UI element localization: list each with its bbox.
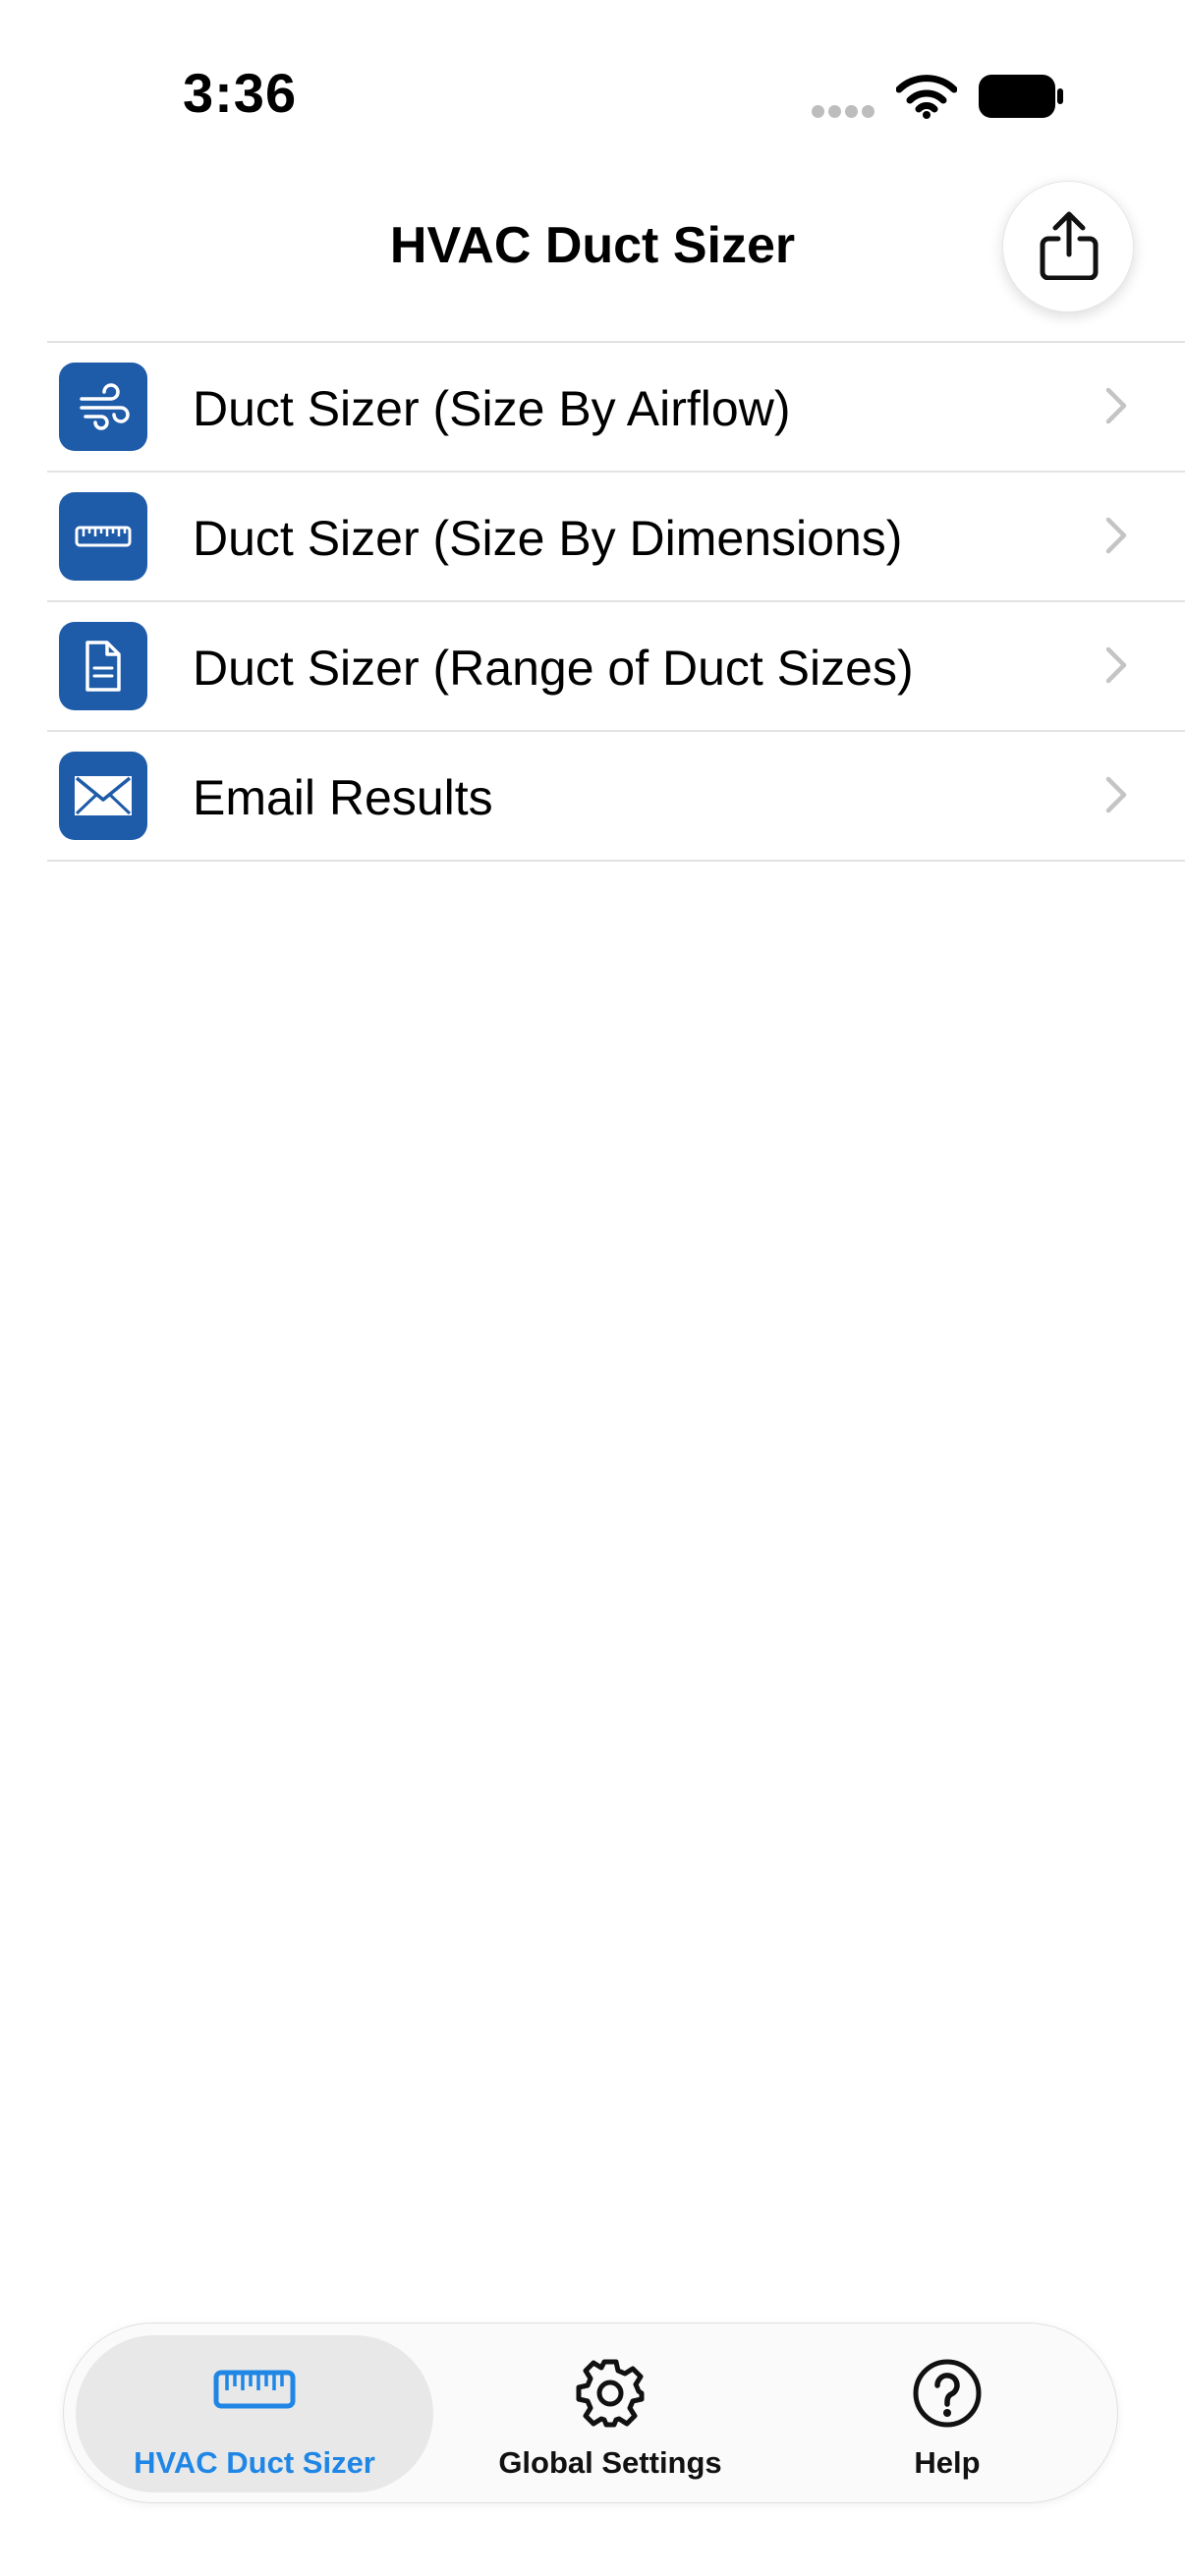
chevron-right-icon	[1105, 776, 1127, 813]
chevron-right-icon	[1105, 646, 1127, 684]
wifi-icon	[896, 75, 957, 119]
menu-item-size-by-dimensions[interactable]: Duct Sizer (Size By Dimensions)	[47, 473, 1185, 602]
wind-icon	[80, 383, 130, 430]
menu-item-range-of-duct-sizes[interactable]: Duct Sizer (Range of Duct Sizes)	[47, 602, 1185, 732]
menu-item-email-results[interactable]: Email Results	[47, 732, 1185, 862]
ruler-icon-tile	[59, 492, 147, 581]
envelope-icon-tile	[59, 752, 147, 840]
ruler-icon	[213, 2370, 296, 2409]
share-icon	[1040, 211, 1099, 280]
chevron-right-icon	[1105, 387, 1127, 424]
wind-icon-tile	[59, 363, 147, 451]
menu-item-size-by-airflow[interactable]: Duct Sizer (Size By Airflow)	[47, 343, 1185, 473]
tab-label: Global Settings	[498, 2445, 722, 2480]
tab-hvac-duct-sizer[interactable]: HVAC Duct Sizer	[76, 2335, 433, 2492]
envelope-icon	[75, 776, 132, 815]
share-button[interactable]	[1002, 181, 1134, 312]
ruler-icon	[75, 526, 132, 547]
menu-item-label: Duct Sizer (Size By Dimensions)	[193, 511, 903, 566]
battery-icon	[979, 75, 1063, 118]
chevron-right-icon	[1105, 517, 1127, 554]
menu-list: Duct Sizer (Size By Airflow) Duct Sizer …	[47, 341, 1185, 862]
document-icon	[85, 641, 121, 692]
tab-global-settings[interactable]: Global Settings	[443, 2335, 777, 2492]
menu-item-label: Duct Sizer (Size By Airflow)	[193, 381, 791, 436]
gear-icon	[576, 2359, 645, 2428]
menu-item-label: Duct Sizer (Range of Duct Sizes)	[193, 641, 914, 696]
tab-label: Help	[914, 2445, 981, 2480]
status-time: 3:36	[183, 62, 298, 124]
tab-bar: HVAC Duct Sizer Global Settings Help	[63, 2323, 1118, 2503]
question-circle-icon	[913, 2359, 982, 2428]
tab-help[interactable]: Help	[787, 2335, 1107, 2492]
status-bar: 3:36	[0, 0, 1185, 147]
menu-item-label: Email Results	[193, 770, 493, 825]
tab-label: HVAC Duct Sizer	[134, 2445, 375, 2480]
document-icon-tile	[59, 622, 147, 710]
cellular-signal-icon	[812, 105, 875, 119]
